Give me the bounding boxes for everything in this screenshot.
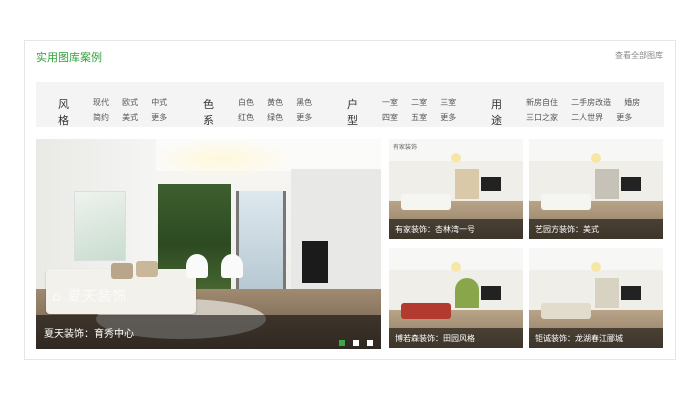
filter-option[interactable]: 简约	[93, 111, 109, 125]
thumb-caption-bar: 有家装饰：杏林湾一号	[389, 219, 523, 239]
filter-option[interactable]: 五室	[411, 111, 427, 125]
thumb-caption: 博若森装饰：田园风格	[395, 334, 475, 343]
filter-option[interactable]: 二人世界	[571, 111, 603, 125]
thumb-photo-feature	[595, 278, 619, 308]
filter-label-style: 风格	[58, 98, 69, 127]
slide-dot-1[interactable]	[338, 340, 345, 346]
thumb-photo-tv	[621, 177, 641, 191]
filter-option[interactable]: 红色	[238, 111, 254, 125]
filter-option[interactable]: 绿色	[267, 111, 283, 125]
hero-photo-light	[146, 139, 296, 179]
hero-photo-painting	[74, 191, 126, 261]
filter-label-layout: 户型	[347, 98, 358, 127]
hero-photo-window	[236, 191, 286, 291]
thumb-caption-bar: 钜诚装饰：龙湖春江郦城	[529, 328, 663, 348]
thumb-photo-lamp	[591, 262, 601, 272]
thumb-photo-sofa	[541, 194, 591, 210]
thumb-caption: 艺园方装饰：美式	[535, 225, 599, 234]
filter-options-layout: 一室 二室 三室 四室 五室 更多	[382, 90, 492, 122]
slide-dot-2[interactable]	[352, 340, 359, 346]
thumb-photo-sofa	[401, 303, 451, 319]
filter-option-more[interactable]: 更多	[151, 111, 167, 125]
case-thumbnail[interactable]: 博若森装饰：田园风格	[389, 248, 523, 348]
hero-watermark-text: 夏天装饰	[67, 289, 128, 305]
hero-slide[interactable]: ⌂ 夏天装饰 夏天装饰：育秀中心	[36, 139, 381, 349]
case-thumbnail[interactable]: 钜诚装饰：龙湖春江郦城	[529, 248, 663, 348]
thumb-caption-bar: 艺园方装饰：美式	[529, 219, 663, 239]
view-all-link[interactable]: 查看全部图库	[615, 50, 663, 61]
panel-title: 实用图库案例	[36, 51, 102, 64]
thumb-photo-tv	[621, 286, 641, 300]
thumb-caption: 有家装饰：杏林湾一号	[395, 225, 475, 234]
filter-options-usage: 新房自住 二手房改造 婚房 三口之家 二人世界 更多	[526, 90, 666, 122]
thumb-caption-bar: 博若森装饰：田园风格	[389, 328, 523, 348]
hero-photo-tv	[302, 241, 328, 283]
hero-caption: 夏天装饰：育秀中心	[44, 329, 134, 340]
gallery-panel: 实用图库案例 查看全部图库 风格 现代 欧式 中式 简约 美式 更多 色系 白色…	[24, 40, 676, 360]
thumb-caption: 钜诚装饰：龙湖春江郦城	[535, 334, 623, 343]
filter-option[interactable]: 美式	[122, 111, 138, 125]
filter-label-color: 色系	[203, 98, 214, 127]
filter-option-more[interactable]: 更多	[296, 111, 312, 125]
slide-indicator	[336, 331, 373, 349]
thumb-photo-sofa	[401, 194, 451, 210]
thumb-photo-sofa	[541, 303, 591, 319]
thumb-photo-lamp	[591, 153, 601, 163]
thumb-photo-feature	[595, 169, 619, 199]
thumb-photo-feature	[455, 169, 479, 199]
thumb-photo-lamp	[451, 153, 461, 163]
filter-option[interactable]: 三口之家	[526, 111, 558, 125]
hero-photo-chair	[186, 254, 208, 278]
thumb-logo: 有家装饰	[393, 144, 418, 151]
filter-options-color: 白色 黄色 黑色 红色 绿色 更多	[238, 90, 348, 122]
filter-options-style: 现代 欧式 中式 简约 美式 更多	[93, 90, 203, 122]
hero-caption-bar: 夏天装饰：育秀中心	[36, 315, 381, 349]
filter-option-more[interactable]: 更多	[440, 111, 456, 125]
panel-header: 实用图库案例 查看全部图库	[25, 41, 675, 71]
thumb-photo-tv	[481, 177, 501, 191]
filter-bar: 风格 现代 欧式 中式 简约 美式 更多 色系 白色 黄色 黑色 红色 绿色 更…	[36, 82, 664, 127]
filter-option[interactable]: 四室	[382, 111, 398, 125]
hero-photo-pillow	[111, 263, 133, 279]
case-thumbnail[interactable]: 有家装饰 有家装饰：杏林湾一号	[389, 139, 523, 239]
hero-photo-chair	[221, 254, 243, 278]
thumb-photo-tv	[481, 286, 501, 300]
thumb-photo-lamp	[451, 262, 461, 272]
slide-dot-3[interactable]	[367, 340, 373, 346]
filter-label-usage: 用途	[491, 98, 502, 127]
hero-photo-pillow	[136, 261, 158, 277]
filter-option-more[interactable]: 更多	[616, 111, 632, 125]
thumb-photo-feature	[455, 278, 479, 308]
case-thumbnail[interactable]: 艺园方装饰：美式	[529, 139, 663, 239]
hero-watermark: ⌂ 夏天装饰	[52, 289, 128, 305]
